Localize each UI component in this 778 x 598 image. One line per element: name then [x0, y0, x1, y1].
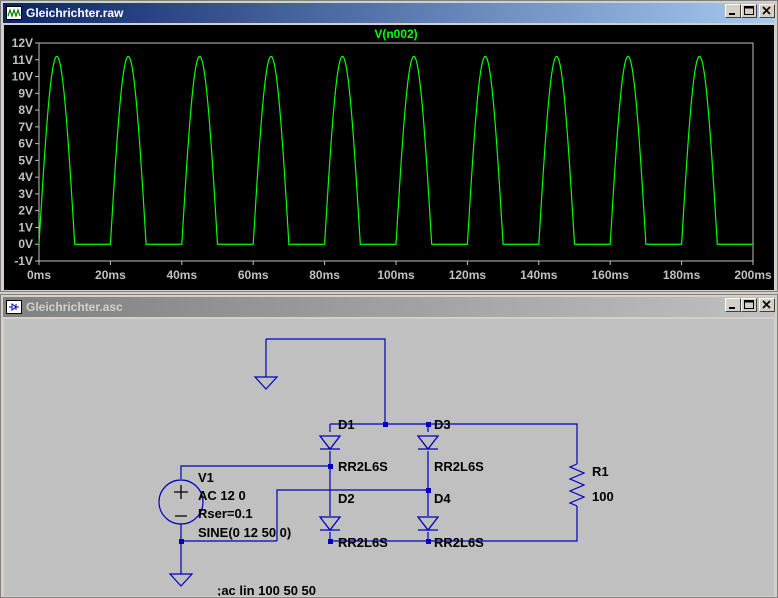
source-v1-name: V1 — [198, 470, 214, 485]
source-v1-sine: SINE(0 12 50 0) — [198, 525, 291, 540]
junction-dot — [328, 539, 333, 544]
junction-dot — [426, 488, 431, 493]
trace-line — [38, 55, 753, 245]
schematic-titlebar[interactable]: Gleichrichter.asc — [3, 297, 775, 317]
x-tick-label: 200ms — [734, 268, 772, 282]
diode-d3-model: RR2L6S — [434, 459, 484, 474]
waveform-chart[interactable]: V(n002) -1V 0V 1V 2V 3V 4V 5V 6V 7V 8V 9V 10V 11V 12V… — [4, 25, 774, 290]
y-tick-label: 4V — [18, 170, 33, 184]
x-tick-label: 60ms — [238, 268, 269, 282]
resistor-r1 — [568, 463, 586, 507]
x-tick-label: 100ms — [377, 268, 415, 282]
diode-d2-name: D2 — [338, 491, 355, 506]
resistor-r1-name: R1 — [592, 464, 609, 479]
y-tick-label: 11V — [12, 53, 33, 67]
trace-label[interactable]: V(n002) — [374, 27, 417, 41]
wire-left-leg — [329, 424, 578, 542]
waveform-close-button[interactable] — [759, 4, 775, 18]
junction-dot — [179, 539, 184, 544]
diode-d4-symbol[interactable] — [417, 516, 439, 531]
schematic-app-icon — [6, 300, 22, 314]
schematic-close-button[interactable] — [759, 298, 775, 312]
diode-d2-symbol[interactable] — [319, 516, 341, 531]
diode-d1-model: RR2L6S — [338, 459, 388, 474]
diode-d3-name: D3 — [434, 417, 451, 432]
schematic-minimize-button[interactable] — [725, 298, 741, 312]
y-tick-label: 9V — [18, 86, 33, 100]
x-tick-label: 120ms — [449, 268, 487, 282]
y-tick-label: 2V — [18, 204, 33, 218]
wire-gnd1 — [266, 338, 386, 424]
x-tick-label: 80ms — [309, 268, 340, 282]
y-tick-label: 7V — [18, 120, 33, 134]
diode-d1-name: D1 — [338, 417, 355, 432]
maximize-icon — [744, 300, 754, 309]
ground-icon — [168, 573, 194, 587]
schematic-maximize-button[interactable] — [741, 298, 757, 312]
close-icon — [762, 300, 771, 309]
junction-dot — [426, 539, 431, 544]
ground-icon — [253, 376, 279, 390]
x-tick-label: 0ms — [27, 268, 51, 282]
y-tick-label: -1V — [14, 254, 33, 268]
schematic-window[interactable]: Gleichrichter.asc D1 RR2L6S D2 RR2L6S D3… — [0, 294, 778, 598]
y-tick-label: 3V — [18, 187, 33, 201]
waveform-app-icon — [6, 6, 22, 20]
x-tick-label: 140ms — [520, 268, 558, 282]
diode-d3-symbol[interactable] — [417, 435, 439, 450]
waveform-title: Gleichrichter.raw — [26, 6, 124, 20]
x-tick-label: 160ms — [592, 268, 630, 282]
y-tick-label: 0V — [18, 237, 33, 251]
junction-dot — [426, 422, 431, 427]
schematic-drawing[interactable]: D1 RR2L6S D2 RR2L6S D3 RR2L6S D4 RR2L6S … — [4, 319, 774, 596]
y-tick-label: 10V — [12, 70, 33, 84]
spice-directive[interactable]: ;ac lin 100 50 50 — [217, 583, 316, 596]
minimize-icon — [729, 13, 735, 15]
y-tick-label: 6V — [18, 137, 33, 151]
schematic-title: Gleichrichter.asc — [26, 300, 123, 314]
wire-top-rail — [330, 423, 578, 464]
diode-d4-model: RR2L6S — [434, 535, 484, 550]
diode-d4-name: D4 — [434, 491, 451, 506]
x-tick-label: 20ms — [95, 268, 126, 282]
close-icon — [762, 6, 771, 15]
diode-d2-model: RR2L6S — [338, 535, 388, 550]
waveform-plot[interactable]: V(n002) -1V 0V 1V 2V 3V 4V 5V 6V 7V 8V 9V 10V 11V 12V… — [4, 25, 774, 290]
waveform-titlebar[interactable]: Gleichrichter.raw — [3, 3, 775, 23]
schematic-canvas[interactable]: D1 RR2L6S D2 RR2L6S D3 RR2L6S D4 RR2L6S … — [4, 319, 774, 596]
resistor-r1-value: 100 — [592, 489, 614, 504]
voltage-source-v1-symbol[interactable] — [158, 479, 204, 525]
junction-dot — [328, 464, 333, 469]
x-tick-label: 40ms — [166, 268, 197, 282]
waveform-minimize-button[interactable] — [725, 4, 741, 18]
source-v1-ac: AC 12 0 — [198, 488, 246, 503]
source-v1-rser: Rser=0.1 — [198, 506, 253, 521]
y-tick-label: 12V — [12, 36, 33, 50]
waveform-maximize-button[interactable] — [741, 4, 757, 18]
minimize-icon — [729, 307, 735, 309]
diode-d1-symbol[interactable] — [319, 435, 341, 450]
y-tick-label: 5V — [18, 153, 33, 167]
junction-dot — [383, 422, 388, 427]
plot-frame — [38, 42, 754, 262]
y-tick-label: 8V — [18, 103, 33, 117]
y-tick-label: 1V — [18, 220, 33, 234]
waveform-window[interactable]: Gleichrichter.raw V(n002) -1V 0V 1V 2V 3V 4V 5… — [0, 0, 778, 292]
x-tick-label: 180ms — [663, 268, 701, 282]
maximize-icon — [744, 6, 754, 15]
